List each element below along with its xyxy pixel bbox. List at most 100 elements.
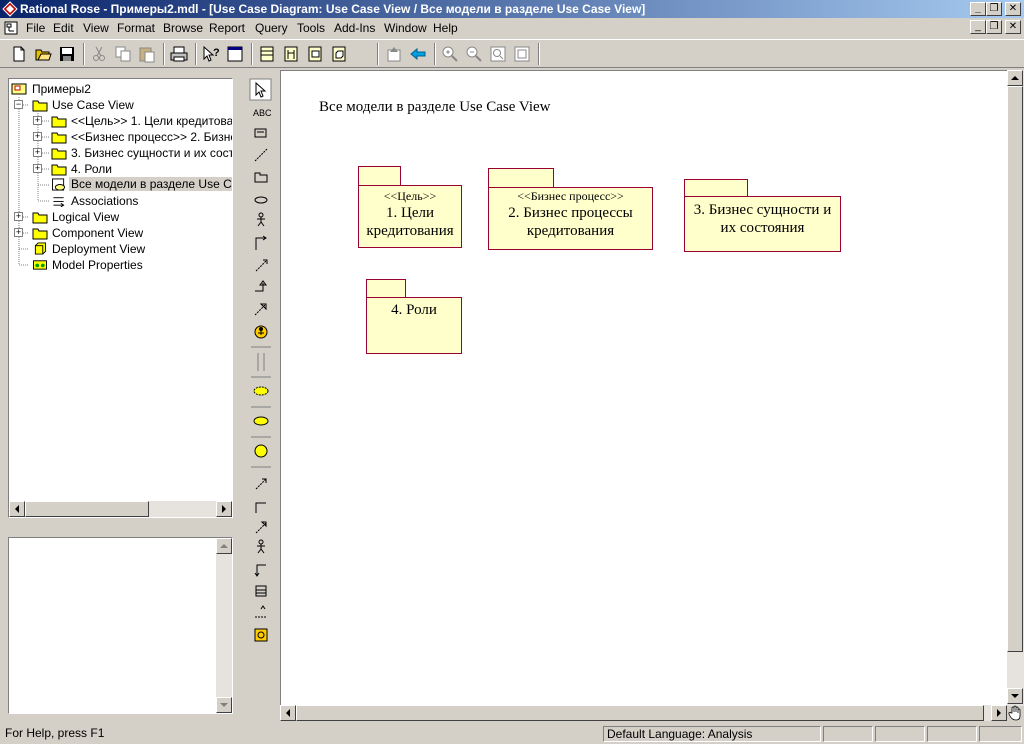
- paste-icon[interactable]: [137, 44, 157, 64]
- arrow-up-icon: [220, 544, 228, 548]
- tree-item-package[interactable]: + <<Бизнес процесс>> 2. Бизнес: [33, 129, 232, 145]
- diagram-horizontal-scrollbar[interactable]: [280, 705, 1007, 721]
- scroll-left-button[interactable]: [9, 501, 25, 517]
- browse-deployment-diagram-icon[interactable]: [329, 44, 349, 64]
- scroll-thumb[interactable]: [1007, 86, 1023, 652]
- package-name-line1: 1. Цели: [385, 205, 434, 221]
- browse-class-diagram-icon[interactable]: [257, 44, 277, 64]
- package-tab[interactable]: [358, 166, 401, 186]
- scroll-up-button[interactable]: [1007, 70, 1023, 86]
- arrow-right-icon: [222, 505, 226, 513]
- standard-toolbar: ?: [0, 39, 1024, 68]
- package-tab[interactable]: [684, 179, 748, 197]
- model-browser[interactable]: Примеры2 − Use Case View + <<Цель>> 1. Ц…: [8, 78, 233, 518]
- fit-in-window-icon[interactable]: [488, 44, 508, 64]
- arrow-right-icon: [997, 709, 1001, 717]
- tree-item-use-case-view[interactable]: − Use Case View: [14, 97, 224, 113]
- scroll-down-button[interactable]: [1007, 688, 1023, 704]
- scroll-right-button[interactable]: [991, 705, 1007, 721]
- toolbar-separator: [163, 43, 165, 65]
- scroll-thumb[interactable]: [296, 705, 984, 721]
- diagram-title: Все модели в разделе Use Case View: [319, 99, 551, 115]
- rational-rose-app-icon[interactable]: [2, 1, 18, 17]
- use-case-diagram-canvas[interactable]: Все модели в разделе Use Case View <<Цел…: [280, 70, 1008, 706]
- menu-report[interactable]: Report: [209, 21, 245, 35]
- tree-item-logical-view[interactable]: + Logical View: [14, 209, 224, 225]
- close-button[interactable]: ✕: [1005, 2, 1021, 16]
- scroll-down-button[interactable]: [216, 697, 232, 713]
- menu-help[interactable]: Help: [433, 21, 458, 35]
- mdi-close-button[interactable]: ✕: [1005, 20, 1021, 34]
- menu-query[interactable]: Query: [255, 21, 288, 35]
- menu-add-ins[interactable]: Add-Ins: [334, 21, 375, 35]
- expand-icon[interactable]: +: [33, 132, 42, 141]
- cut-icon[interactable]: [89, 44, 109, 64]
- document-icon[interactable]: [4, 21, 18, 35]
- context-help-icon[interactable]: ?: [201, 44, 221, 64]
- package-roles[interactable]: 4. Роли: [366, 297, 462, 354]
- new-icon[interactable]: [9, 44, 29, 64]
- menu-format[interactable]: Format: [117, 21, 155, 35]
- minimize-button[interactable]: _: [970, 2, 986, 16]
- expand-icon[interactable]: +: [14, 212, 23, 221]
- status-panel: [927, 726, 977, 742]
- print-icon[interactable]: [169, 44, 189, 64]
- package-name-line2: кредитования: [366, 223, 454, 239]
- open-icon[interactable]: [33, 44, 53, 64]
- tree-item-diagram-selected[interactable]: Все модели в разделе Use Case: [33, 177, 232, 193]
- mdi-minimize-button[interactable]: _: [970, 20, 986, 34]
- view-doc-icon[interactable]: [225, 44, 245, 64]
- save-icon[interactable]: [57, 44, 77, 64]
- folder-icon: [32, 212, 48, 224]
- status-language: Default Language: Analysis: [603, 726, 821, 742]
- zoom-in-icon[interactable]: [440, 44, 460, 64]
- menu-browse[interactable]: Browse: [163, 21, 203, 35]
- expand-icon[interactable]: +: [14, 228, 23, 237]
- scroll-right-button[interactable]: [216, 501, 232, 517]
- tree-item-model-properties[interactable]: Model Properties: [14, 257, 224, 273]
- toolbar-separator: [377, 43, 379, 65]
- browse-previous-icon[interactable]: [408, 44, 428, 64]
- tree-item-package[interactable]: + 3. Бизнес сущности и их состоя: [33, 145, 232, 161]
- package-business-processes[interactable]: <<Бизнес процесс>> 2. Бизнес процессы кр…: [488, 187, 653, 250]
- browse-component-diagram-icon[interactable]: [305, 44, 325, 64]
- expand-icon[interactable]: +: [33, 164, 42, 173]
- doc-vertical-scrollbar[interactable]: [216, 538, 232, 713]
- zoom-out-icon[interactable]: [464, 44, 484, 64]
- menu-view[interactable]: View: [83, 21, 109, 35]
- expand-icon[interactable]: +: [33, 116, 42, 125]
- svg-text:?: ?: [213, 47, 220, 59]
- package-tab[interactable]: [366, 279, 406, 298]
- documentation-window[interactable]: [8, 537, 233, 714]
- tree-item-package[interactable]: + 4. Роли: [33, 161, 232, 177]
- copy-icon[interactable]: [113, 44, 133, 64]
- title-bar: Rational Rose - Примеры2.mdl - [Use Case…: [0, 0, 1024, 18]
- arrow-left-icon: [286, 709, 290, 717]
- browse-parent-icon[interactable]: [384, 44, 404, 64]
- associations-icon: [53, 197, 65, 207]
- svg-text:ABC: ABC: [253, 108, 272, 118]
- package-business-entities[interactable]: 3. Бизнес сущности и их состояния: [684, 196, 841, 252]
- menu-window[interactable]: Window: [384, 21, 427, 35]
- scroll-up-button[interactable]: [216, 538, 232, 554]
- tree-item-associations[interactable]: Associations: [33, 193, 232, 209]
- menu-file[interactable]: File: [26, 21, 45, 35]
- package-goals[interactable]: <<Цель>> 1. Цели кредитования: [358, 185, 462, 248]
- diagram-vertical-scrollbar[interactable]: [1007, 70, 1024, 706]
- tree-item-deployment-view[interactable]: Deployment View: [14, 241, 224, 257]
- menu-edit[interactable]: Edit: [53, 21, 74, 35]
- scroll-thumb[interactable]: [25, 501, 149, 517]
- tree-item-component-view[interactable]: + Component View: [14, 225, 224, 241]
- package-tab[interactable]: [488, 168, 554, 188]
- scroll-left-button[interactable]: [280, 705, 296, 721]
- undo-fit-icon[interactable]: [512, 44, 532, 64]
- restore-button[interactable]: ❐: [986, 2, 1002, 16]
- collapse-icon[interactable]: −: [14, 100, 23, 109]
- expand-icon[interactable]: +: [33, 148, 42, 157]
- deployment-view-icon: [34, 242, 47, 255]
- browse-interaction-diagram-icon[interactable]: [281, 44, 301, 64]
- mdi-restore-button[interactable]: ❐: [986, 20, 1002, 34]
- tree-item-package[interactable]: + <<Цель>> 1. Цели кредитования: [33, 113, 232, 129]
- menu-tools[interactable]: Tools: [297, 21, 325, 35]
- browser-horizontal-scrollbar[interactable]: [9, 501, 232, 517]
